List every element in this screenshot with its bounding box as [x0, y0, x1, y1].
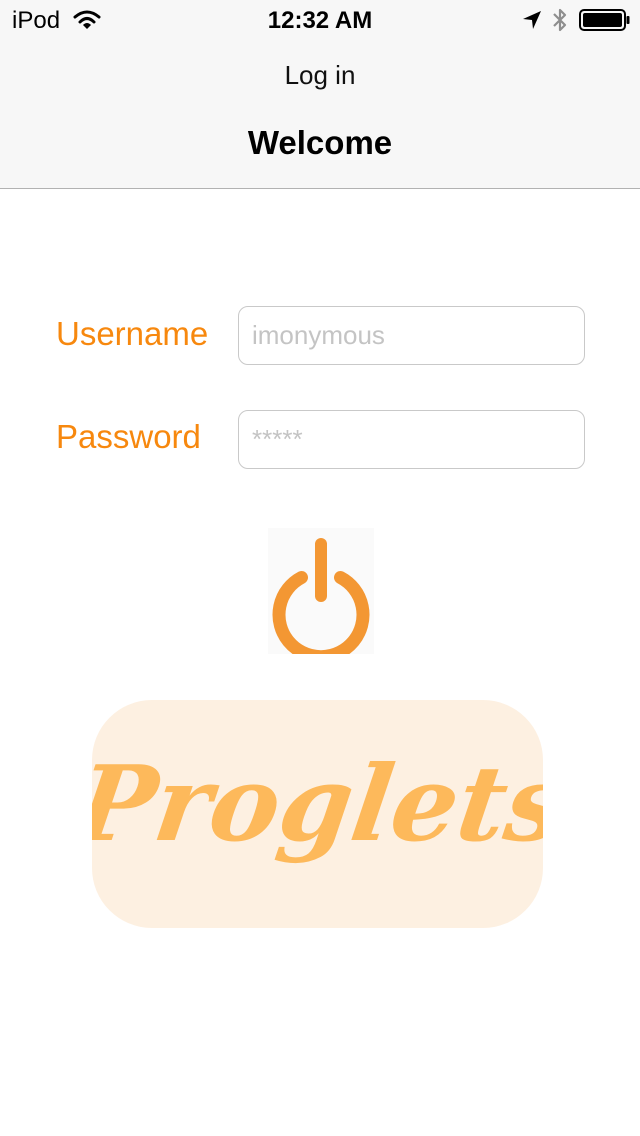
username-label: Username	[56, 315, 209, 352]
password-label: Password	[56, 418, 201, 455]
username-input[interactable]	[238, 306, 585, 365]
location-icon	[523, 11, 541, 29]
logo-text: Proglets	[92, 742, 543, 864]
header: iPod 12:32 AM Log in Welcome	[0, 0, 640, 189]
status-bar: iPod 12:32 AM	[0, 0, 640, 40]
power-icon	[272, 538, 370, 654]
bluetooth-icon	[553, 8, 567, 32]
battery-icon	[579, 9, 630, 31]
login-button[interactable]	[268, 528, 374, 654]
page-title: Welcome	[247, 124, 393, 161]
proglets-logo: Proglets	[92, 700, 543, 928]
nav-title: Log in	[284, 60, 356, 90]
status-time: 12:32 AM	[267, 7, 373, 34]
password-input[interactable]	[238, 410, 585, 469]
